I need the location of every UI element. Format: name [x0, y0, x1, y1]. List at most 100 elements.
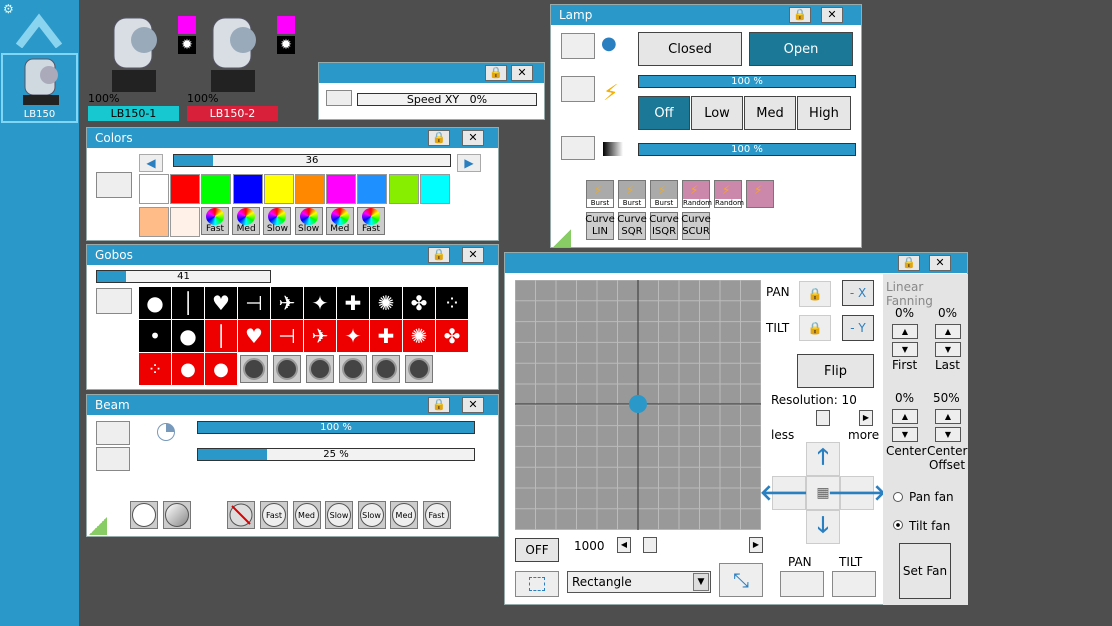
size-slider-handle[interactable] [643, 537, 657, 553]
chevron-down-icon[interactable]: ▼ [693, 573, 709, 591]
lamp-effect-button[interactable]: ⚡ Random [714, 180, 744, 208]
gobo-button[interactable]: ✦ [304, 287, 336, 319]
speed-bar[interactable]: Speed XY 0% [357, 93, 537, 106]
move-right-button[interactable]: 🡒 [828, 476, 887, 510]
color-wheel-button[interactable]: Med [325, 207, 354, 235]
gobo-button[interactable]: ♥ [205, 287, 237, 319]
move-left-button[interactable]: 🡐 [760, 476, 819, 510]
resolution-slider-track[interactable]: ▶ [771, 410, 875, 426]
color-swatch[interactable] [388, 174, 419, 204]
pan-lock-button[interactable]: 🔒 [799, 281, 831, 307]
gobo-button[interactable]: ✤ [436, 320, 468, 352]
gobo-rotate-button[interactable] [339, 355, 367, 383]
negate-x-button[interactable]: - X [842, 280, 874, 306]
lock-button[interactable]: 🔒 [789, 7, 811, 23]
lamp-effect-button[interactable]: ⚡ Random [682, 180, 712, 208]
gobo-button[interactable]: • [139, 320, 171, 352]
lamp-toggle-3[interactable] [561, 136, 595, 160]
beam-speed-button[interactable]: Med [292, 501, 321, 529]
tilt-output-box[interactable] [832, 571, 876, 597]
gobo-button[interactable]: ✈ [304, 320, 336, 352]
close-button[interactable]: ✕ [462, 130, 484, 146]
gobo-button[interactable]: ✤ [403, 287, 435, 319]
slider-right-icon[interactable]: ▶ [749, 537, 763, 553]
lamp-toggle-2[interactable] [561, 76, 595, 102]
beam-stop-button[interactable] [227, 501, 255, 529]
lamp-bar-2[interactable]: 100 % [638, 143, 856, 156]
lamp-off-button[interactable]: Off [638, 96, 690, 130]
beam-bar-2[interactable]: 25 % [197, 448, 475, 461]
beam-speed-button[interactable]: Fast [260, 501, 288, 529]
beam-speed-button[interactable]: Med [390, 501, 418, 529]
last-up-button[interactable]: ▲ [935, 324, 961, 339]
off-button[interactable]: OFF [515, 538, 559, 562]
selection-icon[interactable] [515, 571, 559, 597]
lock-button[interactable]: 🔒 [428, 130, 450, 146]
lock-button[interactable]: 🔒 [428, 397, 450, 413]
close-button[interactable]: ✕ [462, 247, 484, 263]
pan-output-box[interactable] [780, 571, 824, 597]
beam-speed-button[interactable]: Fast [422, 501, 451, 529]
pan-fan-radio[interactable] [893, 492, 903, 502]
tilt-fan-radio[interactable] [893, 520, 903, 530]
lamp-curve-button[interactable]: Curve LIN [585, 212, 615, 240]
gobo-button[interactable]: ● [139, 287, 171, 319]
lamp-effect-button[interactable]: ⚡ [746, 180, 774, 208]
color-swatch[interactable] [139, 174, 169, 204]
color-swatch[interactable] [170, 174, 201, 204]
move-down-button[interactable]: 🡓 [806, 510, 840, 544]
lamp-curve-button[interactable]: Curve SCUR [681, 212, 711, 240]
gobo-rotate-button[interactable] [405, 355, 433, 383]
gobo-index-bar[interactable]: 41 [96, 270, 271, 283]
color-swatch[interactable] [295, 174, 325, 204]
speed-toggle[interactable] [326, 90, 352, 106]
fixture-2[interactable]: ✹ 100% LB150-2 [187, 14, 295, 122]
beam-toggle-2[interactable] [96, 447, 130, 471]
lamp-low-button[interactable]: Low [691, 96, 743, 130]
color-index-bar[interactable]: 36 [173, 154, 451, 167]
lamp-bar-1[interactable]: 100 % [638, 75, 856, 88]
offset-down-button[interactable]: ▼ [935, 427, 961, 442]
color-swatch[interactable] [357, 174, 388, 204]
gobo-button[interactable]: ● [172, 320, 204, 352]
color-swatch[interactable] [139, 207, 169, 237]
gobo-button[interactable]: ⁘ [139, 353, 171, 385]
gobo-button[interactable]: ✺ [403, 320, 435, 352]
shape-select[interactable]: Rectangle ▼ [567, 571, 711, 593]
gobo-rotate-button[interactable] [372, 355, 400, 383]
corner-add-icon[interactable] [553, 229, 571, 247]
close-button[interactable]: ✕ [462, 397, 484, 413]
lamp-effect-button[interactable]: ⚡ Burst [618, 180, 646, 208]
gobo-toggle[interactable] [96, 288, 132, 314]
beam-speed-button[interactable]: Slow [325, 501, 353, 529]
lamp-closed-button[interactable]: Closed [638, 32, 742, 66]
color-swatch[interactable] [263, 174, 294, 204]
offset-up-button[interactable]: ▲ [935, 409, 961, 424]
negate-y-button[interactable]: - Y [842, 315, 874, 341]
corner-add-icon[interactable] [89, 517, 107, 535]
slider-left-icon[interactable]: ◀ [617, 537, 631, 553]
gobo-button[interactable]: ✈ [271, 287, 303, 319]
gobo-button[interactable]: ♥ [238, 320, 270, 352]
gear-icon[interactable]: ⚙ [3, 3, 15, 15]
prev-arrow-button[interactable]: ◀ [139, 154, 163, 172]
color-wheel-button[interactable]: Fast [201, 207, 229, 235]
color-wheel-button[interactable]: Med [232, 207, 261, 235]
gobo-button[interactable]: │ [205, 320, 237, 352]
size-slider-track[interactable]: ◀ ▶ [617, 537, 765, 553]
center-up-button[interactable]: ▲ [892, 409, 918, 424]
gobo-button[interactable]: ⊣ [271, 320, 303, 352]
swap-arrow-icon[interactable]: ⤡ [719, 563, 763, 597]
color-swatch[interactable] [170, 207, 201, 237]
gobo-rotate-button[interactable] [240, 355, 268, 383]
lamp-curve-button[interactable]: Curve SQR [617, 212, 647, 240]
first-down-button[interactable]: ▼ [892, 342, 918, 357]
lamp-open-button[interactable]: Open [749, 32, 853, 66]
gobo-button[interactable]: ✚ [337, 287, 369, 319]
fixture-button[interactable]: LB150 [1, 53, 78, 123]
close-button[interactable]: ✕ [511, 65, 533, 81]
color-swatch[interactable] [326, 174, 357, 204]
close-button[interactable]: ✕ [929, 255, 951, 271]
lock-button[interactable]: 🔒 [898, 255, 920, 271]
next-arrow-button[interactable]: ▶ [457, 154, 481, 172]
